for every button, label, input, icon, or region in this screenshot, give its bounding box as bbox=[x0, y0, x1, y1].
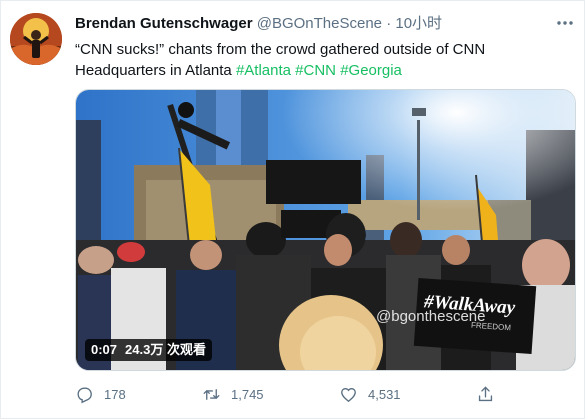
author-handle[interactable]: @BGOnTheScene bbox=[257, 15, 382, 32]
separator-dot: · bbox=[386, 15, 392, 32]
retweet-count: 1,745 bbox=[231, 386, 264, 402]
tweet-text: “CNN sucks!” chants from the crowd gathe… bbox=[75, 39, 565, 81]
reply-button[interactable]: 178 bbox=[75, 383, 126, 405]
video-duration: 0:07 bbox=[91, 342, 118, 357]
avatar-image bbox=[10, 13, 62, 65]
share-button[interactable] bbox=[476, 383, 495, 405]
retweet-icon bbox=[203, 388, 220, 400]
hashtag-link[interactable]: #Georgia bbox=[340, 62, 402, 79]
hashtag-link[interactable]: #CNN bbox=[295, 62, 336, 79]
reply-icon bbox=[77, 386, 92, 403]
share-icon bbox=[478, 385, 493, 401]
reply-count: 178 bbox=[104, 386, 126, 402]
tweet-timestamp[interactable]: 10小时 bbox=[395, 15, 442, 32]
video-watermark: @bgonthescene bbox=[376, 308, 486, 325]
author-avatar[interactable] bbox=[10, 13, 62, 65]
author-name[interactable]: Brendan Gutenschwager bbox=[75, 15, 253, 32]
like-button[interactable]: 4,531 bbox=[339, 383, 401, 405]
more-icon[interactable] bbox=[555, 13, 575, 33]
retweet-button[interactable]: 1,745 bbox=[202, 383, 264, 405]
video-info-badge: 0:07 24.3万 次观看 bbox=[85, 339, 212, 361]
tweet-card[interactable]: Brendan Gutenschwager @BGOnTheScene · 10… bbox=[0, 0, 585, 419]
video-views: 24.3万 次观看 bbox=[125, 342, 206, 357]
tweet-header: Brendan Gutenschwager @BGOnTheScene · 10… bbox=[75, 14, 442, 33]
like-count: 4,531 bbox=[368, 386, 401, 402]
heart-icon bbox=[341, 387, 356, 402]
video-player[interactable]: #WalkAway FREEDOM @bgonthescene bbox=[75, 89, 576, 371]
hashtag-link[interactable]: #Atlanta bbox=[236, 62, 291, 79]
tweet-actions: 178 1,745 4,531 bbox=[75, 383, 565, 405]
